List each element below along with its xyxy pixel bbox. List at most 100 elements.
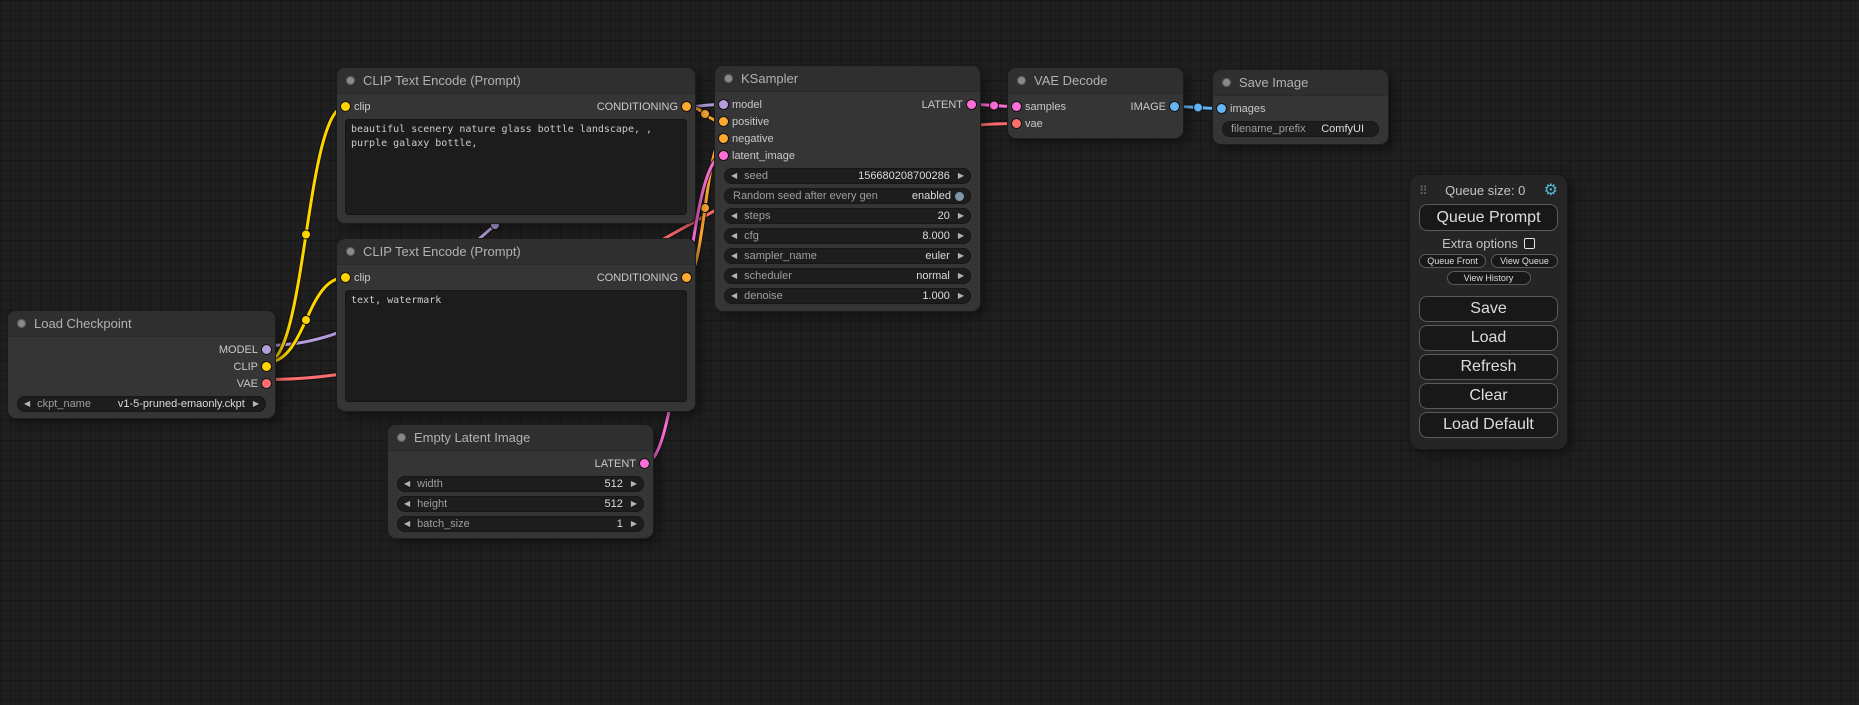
node-empty-latent-image[interactable]: Empty Latent Image LATENT ◀ width 512 ▶ … [388,425,653,538]
node-header[interactable]: VAE Decode [1008,68,1183,94]
increment-arrow-icon[interactable]: ▶ [958,212,964,220]
conditioning-output-socket[interactable] [682,273,691,282]
decrement-arrow-icon[interactable]: ◀ [731,292,737,300]
node-header[interactable]: Empty Latent Image [388,425,653,451]
model-input-socket[interactable] [719,100,728,109]
latent-output-socket[interactable] [967,100,976,109]
node-header[interactable]: CLIP Text Encode (Prompt) [337,68,695,94]
clip-input-socket[interactable] [341,273,350,282]
image-output-label: IMAGE [1131,101,1166,113]
increment-arrow-icon[interactable]: ▶ [631,500,637,508]
positive-prompt-textarea[interactable]: beautiful scenery nature glass bottle la… [345,119,687,215]
node-clip-text-encode-positive[interactable]: CLIP Text Encode (Prompt) clip CONDITION… [337,68,695,223]
images-input-socket[interactable] [1217,104,1226,113]
conditioning-output-label: CONDITIONING [597,272,678,284]
positive-input-socket[interactable] [719,117,728,126]
load-default-button[interactable]: Load Default [1419,412,1558,438]
slot-row: negative [715,130,980,147]
vae-input-label: vae [1025,118,1043,130]
latent-image-input-socket[interactable] [719,151,728,160]
refresh-button[interactable]: Refresh [1419,354,1558,380]
node-load-checkpoint[interactable]: Load Checkpoint MODEL CLIP VAE ◀ ckpt_na… [8,311,275,418]
increment-arrow-icon[interactable]: ▶ [958,272,964,280]
widget-label: denoise [744,290,783,302]
decrement-arrow-icon[interactable]: ◀ [731,212,737,220]
widget-ckpt-name[interactable]: ◀ ckpt_name v1-5-pruned-emaonly.ckpt ▶ [17,396,266,412]
node-clip-text-encode-negative[interactable]: CLIP Text Encode (Prompt) clip CONDITION… [337,239,695,411]
queue-prompt-button[interactable]: Queue Prompt [1419,204,1558,231]
node-header[interactable]: KSampler [715,66,980,92]
load-button[interactable]: Load [1419,325,1558,351]
queue-front-button[interactable]: Queue Front [1419,254,1486,268]
increment-arrow-icon[interactable]: ▶ [253,400,259,408]
node-ksampler[interactable]: KSampler model LATENT positive negative … [715,66,980,311]
node-header[interactable]: Load Checkpoint [8,311,275,337]
drag-handle-icon[interactable]: ⠿ [1419,184,1427,198]
increment-arrow-icon[interactable]: ▶ [958,252,964,260]
collapse-dot-icon[interactable] [346,247,355,256]
negative-prompt-textarea[interactable]: text, watermark [345,290,687,402]
image-output-socket[interactable] [1170,102,1179,111]
decrement-arrow-icon[interactable]: ◀ [404,500,410,508]
decrement-arrow-icon[interactable]: ◀ [731,172,737,180]
widget-denoise[interactable]: ◀ denoise 1.000 ▶ [724,288,971,304]
collapse-dot-icon[interactable] [397,433,406,442]
vae-input-socket[interactable] [1012,119,1021,128]
vae-output-socket[interactable] [262,379,271,388]
conditioning-output-socket[interactable] [682,102,691,111]
widget-value: 1 [617,518,623,530]
increment-arrow-icon[interactable]: ▶ [958,232,964,240]
widget-seed[interactable]: ◀ seed 156680208700286 ▶ [724,168,971,184]
queue-size-label: Queue size: 0 [1427,183,1544,198]
decrement-arrow-icon[interactable]: ◀ [731,252,737,260]
node-title: VAE Decode [1034,73,1107,88]
collapse-dot-icon[interactable] [1017,76,1026,85]
widget-steps[interactable]: ◀ steps 20 ▶ [724,208,971,224]
decrement-arrow-icon[interactable]: ◀ [24,400,30,408]
decrement-arrow-icon[interactable]: ◀ [404,480,410,488]
model-output-socket[interactable] [262,345,271,354]
settings-gear-icon[interactable]: ⚙ [1544,183,1558,199]
collapse-dot-icon[interactable] [1222,78,1231,87]
node-header[interactable]: Save Image [1213,70,1388,96]
decrement-arrow-icon[interactable]: ◀ [731,232,737,240]
increment-arrow-icon[interactable]: ▶ [958,172,964,180]
collapse-dot-icon[interactable] [17,319,26,328]
increment-arrow-icon[interactable]: ▶ [631,520,637,528]
view-history-button[interactable]: View History [1447,271,1531,285]
widget-value: enabled [912,190,951,202]
clip-output-socket[interactable] [262,362,271,371]
increment-arrow-icon[interactable]: ▶ [958,292,964,300]
decrement-arrow-icon[interactable]: ◀ [404,520,410,528]
decrement-arrow-icon[interactable]: ◀ [731,272,737,280]
widget-batch-size[interactable]: ◀ batch_size 1 ▶ [397,516,644,532]
slot-row: model LATENT [715,96,980,113]
extra-options-row: Extra options [1419,236,1558,251]
node-save-image[interactable]: Save Image images filename_prefix ComfyU… [1213,70,1388,144]
widget-value: 8.000 [922,230,950,242]
negative-input-socket[interactable] [719,134,728,143]
widget-cfg[interactable]: ◀ cfg 8.000 ▶ [724,228,971,244]
save-button[interactable]: Save [1419,296,1558,322]
latent-output-socket[interactable] [640,459,649,468]
view-queue-button[interactable]: View Queue [1491,254,1558,268]
widget-scheduler[interactable]: ◀ scheduler normal ▶ [724,268,971,284]
widget-filename-prefix[interactable]: filename_prefix ComfyUI [1222,121,1379,137]
toggle-dot-icon[interactable] [955,192,964,201]
collapse-dot-icon[interactable] [346,76,355,85]
node-title: CLIP Text Encode (Prompt) [363,73,521,88]
clear-button[interactable]: Clear [1419,383,1558,409]
clip-input-label: clip [354,101,371,113]
widget-sampler-name[interactable]: ◀ sampler_name euler ▶ [724,248,971,264]
increment-arrow-icon[interactable]: ▶ [631,480,637,488]
slot-row: clip CONDITIONING [337,98,695,115]
extra-options-checkbox[interactable] [1524,238,1535,249]
widget-width[interactable]: ◀ width 512 ▶ [397,476,644,492]
samples-input-socket[interactable] [1012,102,1021,111]
clip-input-socket[interactable] [341,102,350,111]
collapse-dot-icon[interactable] [724,74,733,83]
widget-random-seed-toggle[interactable]: Random seed after every gen enabled [724,188,971,204]
node-vae-decode[interactable]: VAE Decode samples IMAGE vae [1008,68,1183,138]
node-header[interactable]: CLIP Text Encode (Prompt) [337,239,695,265]
widget-height[interactable]: ◀ height 512 ▶ [397,496,644,512]
